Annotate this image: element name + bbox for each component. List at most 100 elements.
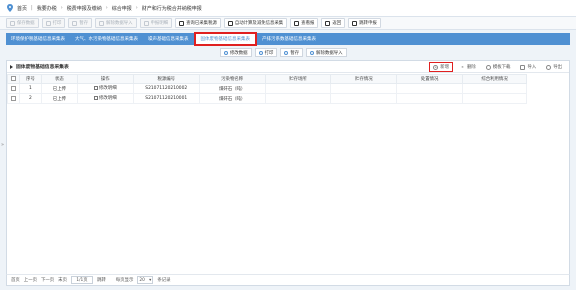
- breadcrumb-item-home[interactable]: 首页: [17, 5, 27, 12]
- button-label: 自动计算及减免信息采集: [234, 21, 284, 26]
- link-label: 修改明细: [99, 96, 117, 101]
- button-label: 修改数据: [230, 50, 248, 56]
- button-label: 跳转申报: [359, 21, 377, 26]
- table-cell: 1: [18, 83, 42, 94]
- save-data-button[interactable]: 保存数据: [6, 18, 39, 28]
- calc-icon: [227, 20, 233, 26]
- add-button[interactable]: + 新增: [429, 62, 454, 72]
- data-table: 序号 状态 操作 税源编号 污染物名称 贮存场所 贮存情况 处置情况 综合利用情…: [7, 74, 527, 104]
- plus-icon: +: [433, 64, 439, 70]
- table-cell: [396, 93, 464, 104]
- last-page-link[interactable]: 末页: [58, 277, 67, 283]
- export-button[interactable]: 导出: [543, 62, 565, 72]
- table-cell: 2: [18, 93, 42, 104]
- button-label: 申报明细: [150, 21, 169, 26]
- collapse-handle-icon[interactable]: »: [1, 142, 4, 148]
- select-all-checkbox[interactable]: [10, 76, 16, 81]
- sub-toolbar: 修改数据 打印 暂存 解除数据导入: [220, 47, 347, 58]
- view-report-button[interactable]: 查看报: [290, 18, 319, 28]
- breadcrumb-separator: ›: [60, 5, 63, 11]
- sub-temp-save-button[interactable]: 暂存: [280, 48, 304, 57]
- tab-env-basic[interactable]: 环境保护税基础信息采集表: [6, 33, 70, 45]
- breadcrumb-item[interactable]: 综合申报: [112, 5, 132, 12]
- button-label: 返回: [332, 21, 342, 26]
- table-row: 1 已上传 修改明细 S21071120210002 煤矸石（吨）: [7, 83, 527, 94]
- release-import-button[interactable]: 解除数据导入: [95, 18, 137, 28]
- prev-page-link[interactable]: 上一页: [24, 277, 37, 283]
- back-icon: [325, 20, 331, 26]
- solid-waste-panel: 固体废物基础信息采集表 + 新增 ✕ 删除 模板下载 导入 导出 序号 状态 操作 …: [6, 60, 570, 286]
- search-icon: [294, 20, 300, 26]
- collapse-arrow-icon[interactable]: [10, 64, 13, 69]
- column-header: 贮存场所: [264, 74, 332, 84]
- column-header: 污染物名称: [198, 74, 266, 84]
- import-icon: [310, 50, 315, 55]
- temp-save-icon: [72, 20, 78, 26]
- modify-detail-link[interactable]: 修改明细: [94, 95, 117, 101]
- tab-solid-waste[interactable]: 固体废物基础信息采集表: [193, 32, 257, 46]
- column-header: 序号: [18, 74, 42, 84]
- tab-noise[interactable]: 噪声基础信息采集表: [143, 33, 194, 45]
- page-size-select[interactable]: 20 ▾: [137, 276, 154, 284]
- table-cell: [462, 93, 527, 104]
- delete-button[interactable]: ✕ 删除: [457, 62, 479, 72]
- row-checkbox[interactable]: [10, 85, 16, 91]
- button-label: 暂存: [79, 21, 89, 26]
- sub-print-button[interactable]: 打印: [254, 48, 278, 57]
- edit-icon: [94, 86, 99, 90]
- print-button[interactable]: 打印: [41, 18, 66, 28]
- table-row: 2 已上传 修改明细 S21071120210001 煤矸石（吨）: [7, 93, 527, 104]
- next-page-link[interactable]: 下一页: [41, 277, 54, 283]
- panel-actions: + 新增 ✕ 删除 模板下载 导入 导出: [429, 62, 565, 72]
- auto-calc-button[interactable]: 自动计算及减免信息采集: [223, 18, 288, 28]
- import-icon: [520, 64, 526, 70]
- tab-emission-coefficient[interactable]: 产排污系数基础信息采集表: [257, 33, 321, 45]
- sub-release-import-button[interactable]: 解除数据导入: [306, 48, 347, 57]
- column-header: 操作: [76, 74, 134, 84]
- print-icon: [258, 50, 263, 55]
- search-icon: [179, 20, 185, 26]
- button-label: 打印: [52, 21, 62, 26]
- table-cell: [462, 83, 527, 94]
- page-input[interactable]: 1/1页: [70, 276, 93, 284]
- export-icon: [546, 64, 552, 70]
- goto-page-button[interactable]: 跳转: [97, 277, 106, 283]
- toolbar: 保存数据 打印 暂存 解除数据导入 申报明细 查询已采集税源 自动计算及减免信息…: [0, 17, 576, 30]
- breadcrumb-separator: ›: [135, 5, 138, 11]
- detail-icon: [143, 20, 149, 26]
- temp-save-button[interactable]: 暂存: [68, 18, 93, 28]
- table-cell: [264, 93, 332, 104]
- edit-icon: [224, 50, 228, 55]
- button-label: 删除: [467, 65, 476, 70]
- table-cell: 煤矸石（吨）: [198, 93, 266, 104]
- back-button[interactable]: 返回: [321, 18, 346, 28]
- row-checkbox[interactable]: [10, 95, 16, 101]
- modify-detail-link[interactable]: 修改明细: [94, 85, 117, 91]
- table-cell: S21071120210002: [132, 83, 200, 94]
- column-header: 综合利用情况: [462, 74, 527, 84]
- import-icon: [99, 20, 105, 26]
- breadcrumb-item[interactable]: 我要办税: [37, 5, 57, 12]
- column-header: 处置情况: [396, 74, 464, 84]
- template-download-button[interactable]: 模板下载: [483, 62, 514, 72]
- row-select-cell: [7, 93, 20, 104]
- location-pin-icon: [7, 4, 13, 12]
- page-size-label: 每页显示: [115, 278, 134, 283]
- breadcrumb-item[interactable]: 税费申报及缴纳: [67, 5, 102, 12]
- first-page-link[interactable]: 首页: [11, 277, 20, 283]
- query-tax-source-button[interactable]: 查询已采集税源: [175, 18, 221, 28]
- import-button[interactable]: 导入: [517, 62, 539, 72]
- save-icon: [10, 20, 15, 26]
- jump-declare-button[interactable]: 跳转申报: [348, 18, 381, 28]
- button-label: 查询已采集税源: [186, 21, 217, 26]
- declare-detail-button[interactable]: 申报明细: [139, 18, 173, 28]
- button-label: 导入: [527, 65, 537, 70]
- column-header: 税源编号: [132, 74, 200, 84]
- table-header-row: 序号 状态 操作 税源编号 污染物名称 贮存场所 贮存情况 处置情况 综合利用情…: [7, 74, 527, 84]
- button-label: 解除数据导入: [316, 50, 343, 56]
- records-unit-label: 条记录: [157, 278, 171, 283]
- pagination-bar: 首页 上一页 下一页 末页 1/1页 跳转 每页显示 20 ▾ 条记录: [6, 274, 570, 286]
- tab-air-water[interactable]: 大气、水污染物基础信息采集表: [70, 33, 143, 45]
- table-cell: 已上传: [40, 93, 78, 104]
- modify-data-button[interactable]: 修改数据: [220, 48, 252, 57]
